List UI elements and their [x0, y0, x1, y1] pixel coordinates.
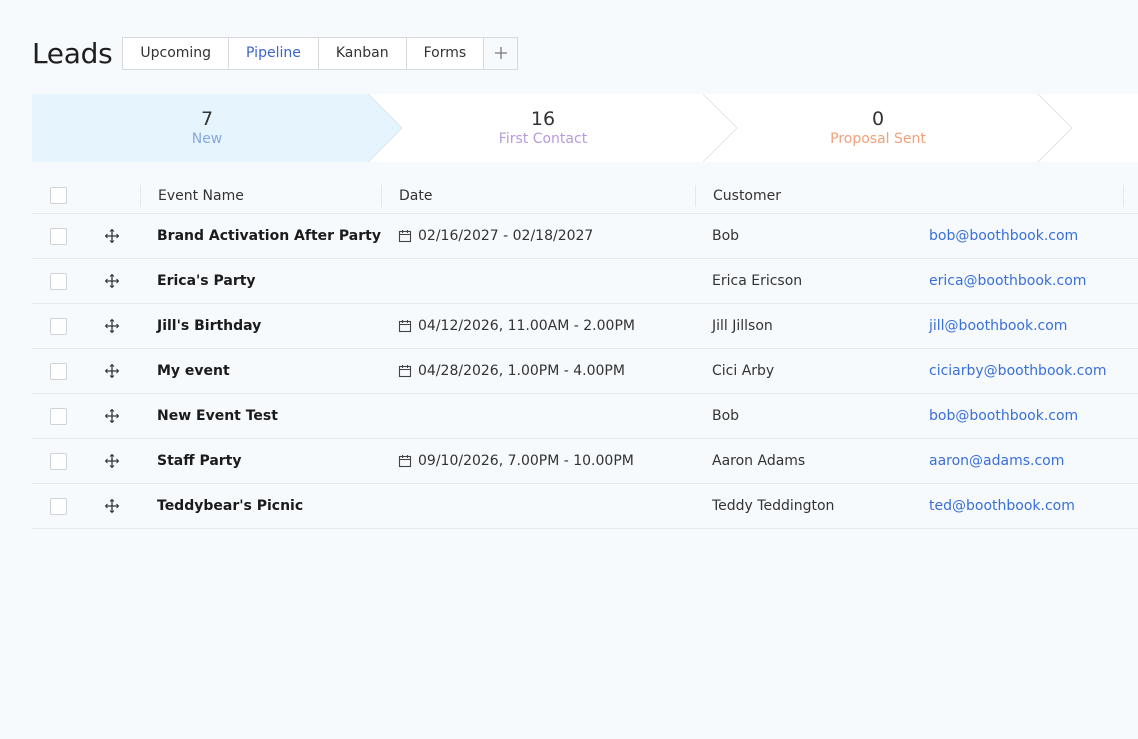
customer-email-link[interactable]: erica@boothbook.com — [912, 273, 1124, 289]
table-row[interactable]: New Event Test Bob bob@boothbook.com — [32, 394, 1138, 439]
add-tab-button[interactable] — [484, 36, 519, 70]
move-icon[interactable] — [105, 229, 119, 243]
customer-name: Jill Jillson — [712, 318, 773, 334]
table-row[interactable]: Teddybear's Picnic Teddy Teddington ted@bo… — [32, 484, 1138, 529]
table-row[interactable]: Staff Party 09/10/2026, 7.00PM - 10.00PM A… — [32, 439, 1138, 484]
customer-email-link[interactable]: bob@boothbook.com — [912, 228, 1124, 244]
table-row[interactable]: Erica's Party Erica Ericson erica@boothboo… — [32, 259, 1138, 304]
calendar-icon — [398, 455, 412, 468]
date-cell: 09/10/2026, 7.00PM - 10.00PM — [381, 453, 695, 469]
table-row[interactable]: Jill's Birthday 04/12/2026, 11.00AM - 2.0… — [32, 304, 1138, 349]
event-name[interactable]: Staff Party — [140, 453, 381, 469]
table-body: Brand Activation After Party 02/16/2027 -… — [32, 214, 1138, 529]
page-title: Leads — [32, 36, 113, 70]
customer-email-link[interactable]: ted@boothbook.com — [912, 498, 1124, 514]
event-date: 04/28/2026, 1.00PM - 4.00PM — [418, 363, 625, 379]
row-checkbox[interactable] — [49, 317, 67, 335]
customer-name: Bob — [712, 408, 740, 424]
event-name[interactable]: Brand Activation After Party — [140, 228, 381, 244]
plus-icon — [494, 47, 507, 59]
move-icon[interactable] — [105, 499, 119, 513]
customer-name: Bob — [712, 228, 740, 244]
row-checkbox[interactable] — [49, 227, 67, 245]
stage-count: 16 — [530, 108, 556, 130]
select-all-checkbox[interactable] — [49, 187, 67, 204]
stage-proposal-sent[interactable]: 0 Proposal Sent — [703, 94, 1053, 162]
column-header-event-name[interactable]: Event Name — [140, 184, 381, 207]
table-row[interactable]: Brand Activation After Party 02/16/2027 -… — [32, 214, 1138, 259]
calendar-icon — [398, 230, 412, 243]
move-icon[interactable] — [105, 319, 119, 333]
tab-kanban[interactable]: Kanban — [318, 36, 407, 70]
tab-pipeline[interactable]: Pipeline — [229, 36, 319, 70]
stage-count: 0 — [871, 108, 885, 130]
customer-name: Cici Arby — [712, 363, 775, 379]
row-checkbox[interactable] — [49, 497, 67, 515]
stage-first-contact[interactable]: 16 First Contact — [368, 94, 718, 162]
calendar-icon — [398, 365, 412, 378]
move-icon[interactable] — [105, 274, 119, 288]
calendar-icon — [398, 320, 412, 333]
customer-email-link[interactable]: bob@boothbook.com — [912, 408, 1124, 424]
tab-forms[interactable]: Forms — [406, 36, 485, 70]
stage-count: 7 — [200, 108, 214, 130]
page-header: Leads Upcoming Pipeline Kanban Forms — [32, 36, 519, 70]
column-header-date[interactable]: Date — [381, 184, 695, 207]
pipeline-stages: 7 New 16 First Contact 0 Proposal Sent — [32, 94, 1138, 162]
tab-upcoming[interactable]: Upcoming — [122, 36, 230, 70]
customer-name: Erica Ericson — [712, 273, 803, 289]
event-name[interactable]: Erica's Party — [140, 273, 381, 289]
event-name[interactable]: Teddybear's Picnic — [140, 498, 381, 514]
customer-email-link[interactable]: ciciarby@boothbook.com — [912, 363, 1124, 379]
table-header: Event Name Date Customer — [32, 178, 1138, 214]
leads-table: Event Name Date Customer Brand Activatio… — [32, 178, 1138, 529]
row-checkbox[interactable] — [49, 407, 67, 425]
column-header-email — [912, 184, 1124, 207]
table-row[interactable]: My event 04/28/2026, 1.00PM - 4.00PM Cici … — [32, 349, 1138, 394]
event-name[interactable]: Jill's Birthday — [140, 318, 381, 334]
customer-name: Aaron Adams — [712, 453, 806, 469]
stage-label: First Contact — [498, 131, 588, 147]
row-checkbox[interactable] — [49, 452, 67, 470]
date-cell: 02/16/2027 - 02/18/2027 — [381, 228, 695, 244]
event-name[interactable]: New Event Test — [140, 408, 381, 424]
event-name[interactable]: My event — [140, 363, 381, 379]
customer-email-link[interactable]: jill@boothbook.com — [912, 318, 1124, 334]
event-date: 04/12/2026, 11.00AM - 2.00PM — [418, 318, 635, 334]
date-cell: 04/12/2026, 11.00AM - 2.00PM — [381, 318, 695, 334]
view-tabs: Upcoming Pipeline Kanban Forms — [122, 36, 519, 70]
move-icon[interactable] — [105, 364, 119, 378]
row-checkbox[interactable] — [49, 272, 67, 290]
date-cell: 04/28/2026, 1.00PM - 4.00PM — [381, 363, 695, 379]
row-checkbox[interactable] — [49, 362, 67, 380]
move-icon[interactable] — [105, 409, 119, 423]
customer-name: Teddy Teddington — [712, 498, 835, 514]
customer-email-link[interactable]: aaron@adams.com — [912, 453, 1124, 469]
stage-label: Proposal Sent — [830, 131, 926, 147]
event-date: 09/10/2026, 7.00PM - 10.00PM — [418, 453, 634, 469]
column-header-customer[interactable]: Customer — [695, 184, 912, 207]
stage-new[interactable]: 7 New — [32, 94, 382, 162]
event-date: 02/16/2027 - 02/18/2027 — [418, 228, 594, 244]
move-icon[interactable] — [105, 454, 119, 468]
stage-label: New — [191, 131, 223, 147]
